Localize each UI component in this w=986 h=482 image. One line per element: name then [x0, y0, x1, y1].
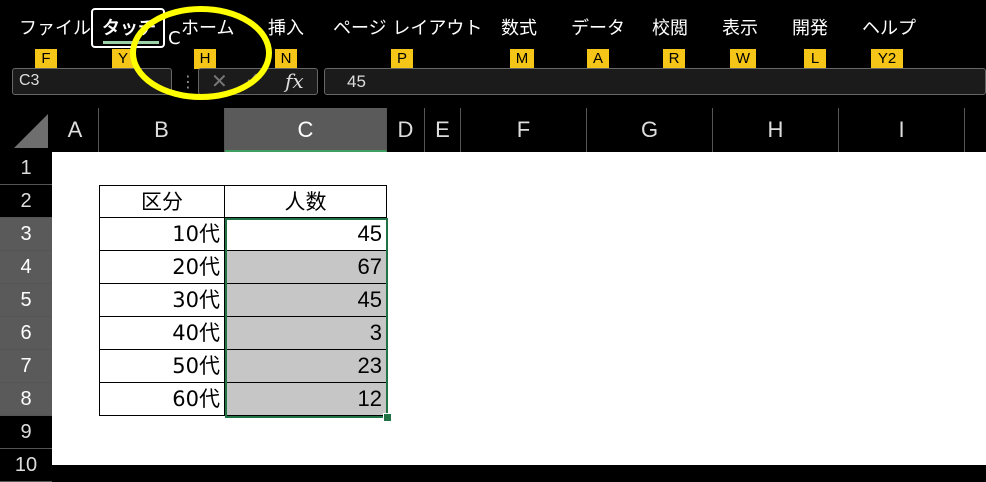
keytip-file: F: [35, 49, 57, 69]
row-header-9[interactable]: 9: [0, 416, 52, 449]
table-cell-label[interactable]: 60代: [99, 382, 225, 416]
row-header-6[interactable]: 6: [0, 317, 52, 350]
table-cell-value[interactable]: 23: [224, 349, 387, 383]
keytip-help: Y2: [871, 49, 903, 69]
row-header-5[interactable]: 5: [0, 284, 52, 317]
keytip-insert: N: [275, 49, 297, 69]
table-cell-label[interactable]: 10代: [99, 217, 225, 251]
table-cell-value[interactable]: 67: [224, 250, 387, 284]
table-cell-label[interactable]: 20代: [99, 250, 225, 284]
table-cell-value[interactable]: 45: [224, 283, 387, 317]
name-box-value: C3: [19, 72, 40, 89]
tab-formulas[interactable]: 数式: [501, 18, 537, 40]
tab-page-layout[interactable]: ページ レイアウト: [333, 18, 482, 40]
column-header-g[interactable]: G: [587, 108, 713, 152]
keytip-review: R: [663, 49, 685, 69]
row-header-1[interactable]: 1: [0, 152, 52, 185]
table-header-category[interactable]: 区分: [99, 185, 225, 218]
highlight-circle: [130, 6, 272, 100]
table-cell-value[interactable]: 45: [224, 217, 387, 251]
row-header-4[interactable]: 4: [0, 251, 52, 284]
worksheet[interactable]: 区分 人数 10代 45 20代 67 30代 45 40代 3 50代 23 …: [52, 152, 986, 465]
table-cell-label[interactable]: 30代: [99, 283, 225, 317]
row-header-8[interactable]: 8: [0, 383, 52, 416]
keytip-view: W: [730, 49, 756, 69]
tab-view[interactable]: 表示: [722, 18, 758, 40]
column-header-e[interactable]: E: [425, 108, 461, 152]
tab-review[interactable]: 校閲: [652, 18, 688, 40]
column-header-h[interactable]: H: [713, 108, 839, 152]
table-header-count[interactable]: 人数: [224, 185, 387, 218]
select-all-button[interactable]: [0, 108, 52, 152]
insert-function-icon[interactable]: fx: [285, 69, 304, 93]
tab-developer[interactable]: 開発: [792, 18, 828, 40]
row-header-7[interactable]: 7: [0, 350, 52, 383]
tab-data[interactable]: データ: [571, 18, 625, 40]
formula-value: 45: [347, 72, 366, 91]
keytip-formulas: M: [510, 49, 534, 69]
table-cell-label[interactable]: 50代: [99, 349, 225, 383]
fill-handle[interactable]: [383, 413, 392, 422]
row-header-3[interactable]: 3: [0, 218, 52, 251]
keytip-data: A: [587, 49, 609, 69]
table-cell-value[interactable]: 3: [224, 316, 387, 350]
tab-help[interactable]: ヘルプ: [862, 18, 916, 40]
keytip-page-layout: P: [391, 49, 413, 69]
table-cell-value[interactable]: 12: [224, 382, 387, 416]
formula-input[interactable]: 45: [324, 68, 986, 95]
row-header-10[interactable]: 10: [0, 449, 52, 482]
column-header-d[interactable]: D: [387, 108, 425, 152]
column-header-a[interactable]: A: [52, 108, 99, 152]
column-header-c[interactable]: C: [225, 108, 387, 152]
column-header-b[interactable]: B: [99, 108, 225, 152]
keytip-developer: L: [804, 49, 826, 69]
table-cell-label[interactable]: 40代: [99, 316, 225, 350]
column-header-f[interactable]: F: [461, 108, 587, 152]
column-header-i[interactable]: I: [839, 108, 965, 152]
row-header-2[interactable]: 2: [0, 185, 52, 218]
tab-file[interactable]: ファイル: [19, 18, 91, 40]
